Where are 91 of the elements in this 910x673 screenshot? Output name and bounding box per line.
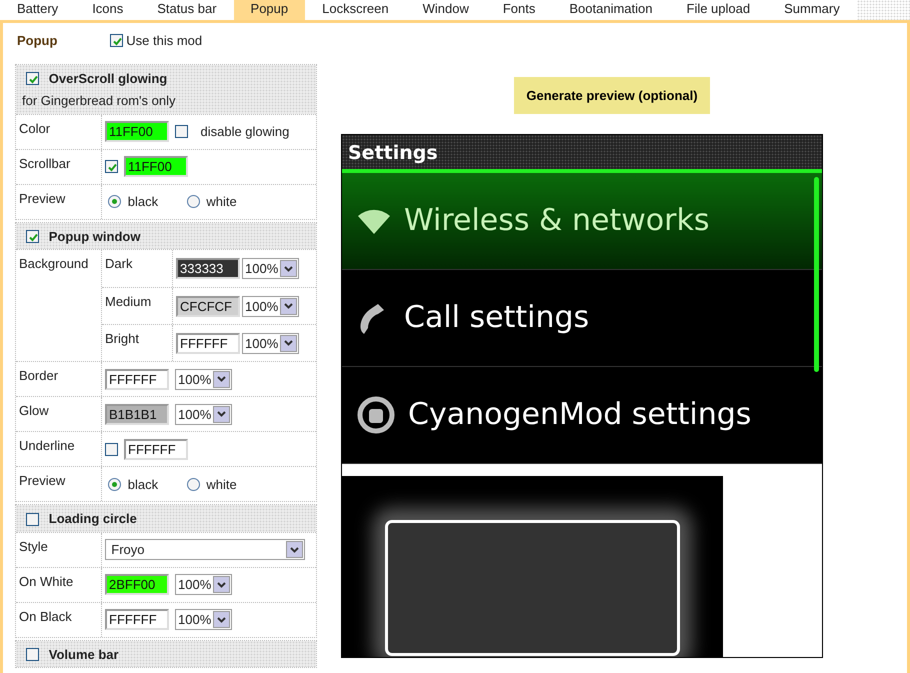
tab[interactable]: Lockscreen: [305, 0, 406, 20]
checkbox[interactable]: [105, 160, 118, 174]
field-label: Medium: [104, 293, 152, 312]
section-title: Loading circle: [48, 510, 137, 528]
dropdown-value: 100%: [245, 334, 278, 352]
radio-label: white: [206, 476, 237, 494]
dropdown-value: 100%: [178, 611, 212, 629]
caret-icon: [213, 576, 230, 594]
percent-dropdown[interactable]: 100%: [175, 609, 232, 630]
logo-icon: [356, 394, 396, 434]
tab[interactable]: Fonts: [486, 0, 552, 20]
style-dropdown[interactable]: Froyo: [105, 539, 305, 560]
checkbox[interactable]: [110, 34, 123, 48]
tab[interactable]: Icons: [75, 0, 140, 20]
color-field[interactable]: 11FF00: [105, 121, 169, 142]
settings-label: Wireless & networks: [404, 202, 710, 240]
dropdown-value: 100%: [178, 576, 212, 594]
radio-label: black: [128, 476, 158, 494]
caret-icon: [213, 611, 230, 628]
caret-icon: [286, 541, 303, 558]
dropdown-value: Froyo: [111, 541, 144, 559]
color-field[interactable]: FFFFFF: [105, 368, 169, 390]
percent-dropdown[interactable]: 100%: [242, 296, 300, 317]
section-title: Popup window: [48, 228, 140, 246]
tab[interactable]: Popup: [234, 0, 306, 20]
percent-dropdown[interactable]: 100%: [242, 258, 300, 280]
caret-icon: [213, 370, 230, 388]
radio-button[interactable]: [108, 195, 122, 208]
color-field[interactable]: 11FF00: [124, 156, 188, 178]
checkbox[interactable]: [175, 125, 188, 138]
caret-icon: [280, 260, 298, 278]
field-label: Scrollbar: [18, 154, 72, 173]
section-title: Popup: [16, 32, 58, 50]
dropdown-value: 100%: [178, 370, 212, 388]
percent-dropdown[interactable]: 100%: [242, 332, 300, 354]
checkbox[interactable]: [26, 512, 39, 526]
settings-item[interactable]: CyanogenMod settings: [342, 366, 822, 464]
radio-button[interactable]: [186, 195, 200, 208]
field-label: Glow: [18, 402, 50, 420]
checkbox-label: Use this mod: [126, 32, 202, 50]
tab[interactable]: Status bar: [140, 0, 234, 20]
section-title: OverScroll glowing: [48, 70, 168, 88]
settings-label: Call settings: [404, 299, 590, 337]
field-label: Style: [18, 538, 49, 556]
radio-label: white: [206, 193, 237, 211]
percent-dropdown[interactable]: 100%: [175, 574, 232, 596]
tab[interactable]: Battery: [0, 0, 76, 20]
checkbox[interactable]: [105, 442, 118, 456]
field-label: Color: [18, 120, 52, 138]
tab[interactable]: Summary: [767, 0, 857, 20]
caret-icon: [280, 334, 298, 352]
field-label: Preview: [18, 472, 66, 490]
section-title: Volume bar: [48, 646, 119, 664]
generate-preview-button[interactable]: Generate preview (optional): [514, 76, 710, 114]
field-label: Preview: [18, 190, 66, 208]
field-label: Border: [18, 367, 60, 386]
field-label: Underline: [18, 437, 76, 456]
color-field[interactable]: FFFFFF: [176, 332, 240, 354]
field-label: Bright: [104, 330, 140, 348]
tab[interactable]: Bootanimation: [552, 0, 670, 20]
color-field[interactable]: B1B1B1: [105, 404, 169, 425]
color-field[interactable]: FFFFFF: [124, 438, 188, 460]
color-field[interactable]: FFFFFF: [105, 609, 169, 630]
field-label: Dark: [104, 255, 134, 274]
dropdown-value: 100%: [245, 298, 278, 316]
checkbox[interactable]: [26, 230, 39, 243]
caret-icon: [280, 298, 298, 315]
color-field[interactable]: CFCFCF: [176, 296, 240, 317]
tab[interactable]: Window: [406, 0, 486, 20]
percent-dropdown[interactable]: 100%: [175, 404, 232, 425]
checkbox[interactable]: [26, 648, 39, 661]
dropdown-value: 100%: [178, 406, 212, 424]
percent-dropdown[interactable]: 100%: [175, 368, 232, 390]
field-label: Background: [18, 255, 90, 274]
dotted-background: [856, 0, 910, 20]
color-field[interactable]: 333333: [176, 258, 240, 280]
radio-button[interactable]: [108, 478, 122, 491]
radio-label: black: [128, 193, 158, 211]
settings-item[interactable]: Wireless & networks: [342, 172, 822, 270]
color-field[interactable]: 2BFF00: [105, 574, 169, 596]
caret-icon: [213, 406, 230, 423]
field-label: On White: [18, 572, 74, 591]
checkbox-label: disable glowing: [200, 123, 290, 141]
settings-label: CyanogenMod settings: [408, 396, 752, 434]
checkbox[interactable]: [26, 72, 39, 85]
dropdown-value: 100%: [245, 260, 278, 278]
field-label: On Black: [18, 608, 73, 626]
radio-button[interactable]: [186, 478, 200, 491]
section-note: for Gingerbread rom's only: [22, 92, 176, 110]
screen-title: Settings: [342, 134, 822, 172]
tab[interactable]: File upload: [670, 0, 768, 20]
